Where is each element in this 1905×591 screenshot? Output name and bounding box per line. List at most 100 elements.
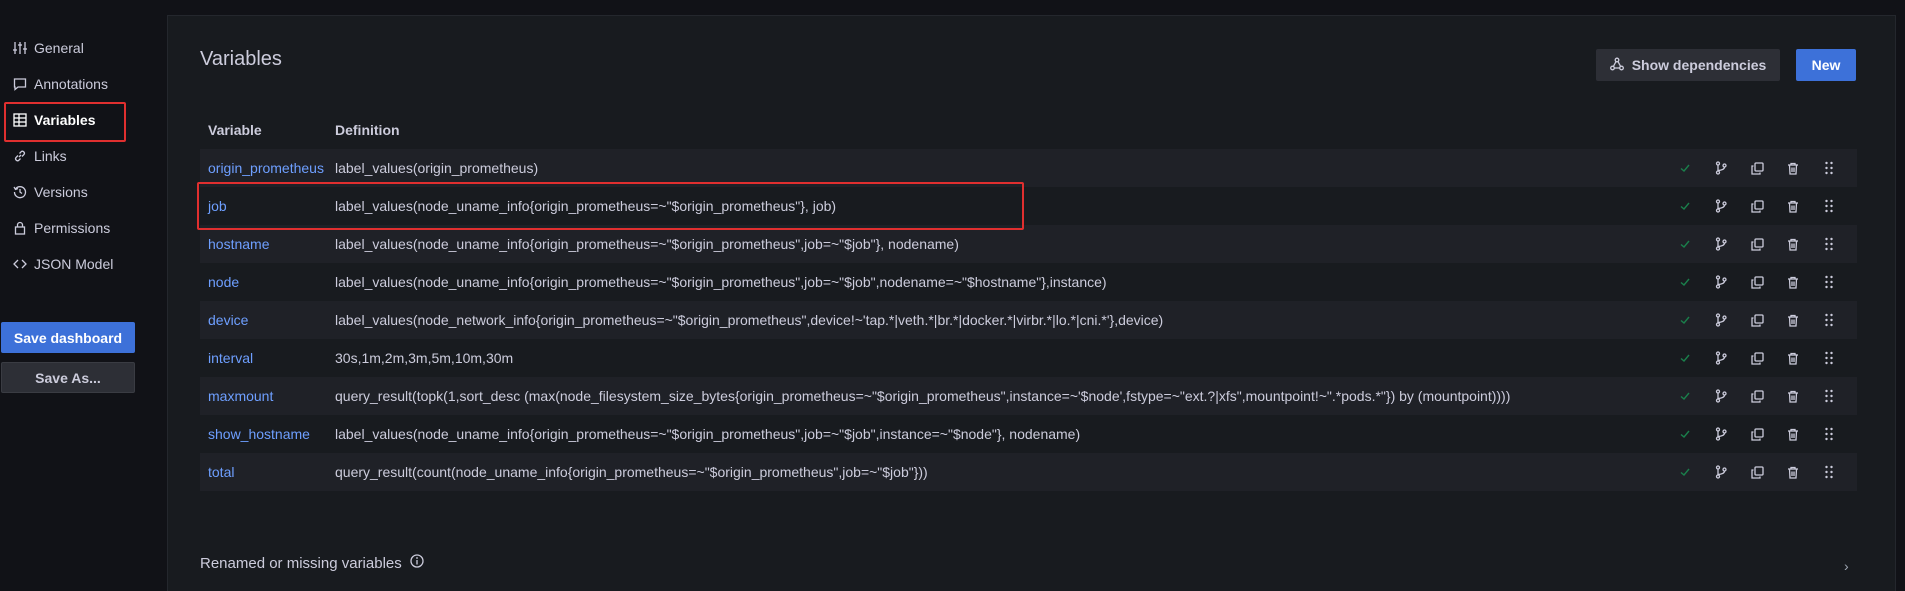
trash-icon[interactable] bbox=[1775, 225, 1811, 263]
drag-handle-icon[interactable] bbox=[1811, 339, 1847, 377]
settings-sidebar: General Annotations Variables Links Vers… bbox=[0, 0, 160, 591]
dependencies-icon bbox=[1609, 57, 1624, 74]
branch-icon[interactable] bbox=[1703, 225, 1739, 263]
check-icon bbox=[1667, 453, 1703, 491]
variable-name-link[interactable]: node bbox=[200, 274, 335, 290]
code-icon bbox=[12, 256, 28, 272]
sliders-icon bbox=[12, 40, 28, 56]
variable-name-link[interactable]: total bbox=[200, 464, 335, 480]
sidebar-item-json-model[interactable]: JSON Model bbox=[6, 248, 116, 280]
branch-icon[interactable] bbox=[1703, 301, 1739, 339]
lock-icon bbox=[12, 220, 28, 236]
drag-handle-icon[interactable] bbox=[1811, 453, 1847, 491]
sidebar-item-links[interactable]: Links bbox=[6, 140, 116, 172]
duplicate-icon[interactable] bbox=[1739, 149, 1775, 187]
trash-icon[interactable] bbox=[1775, 263, 1811, 301]
sidebar-item-permissions[interactable]: Permissions bbox=[6, 212, 116, 244]
duplicate-icon[interactable] bbox=[1739, 453, 1775, 491]
save-dashboard-button[interactable]: Save dashboard bbox=[1, 322, 135, 353]
trash-icon[interactable] bbox=[1775, 301, 1811, 339]
table-row: job label_values(node_uname_info{origin_p… bbox=[200, 187, 1857, 225]
check-icon bbox=[1667, 301, 1703, 339]
trash-icon[interactable] bbox=[1775, 149, 1811, 187]
duplicate-icon[interactable] bbox=[1739, 339, 1775, 377]
table-row: device label_values(node_network_info{ori… bbox=[200, 301, 1857, 339]
branch-icon[interactable] bbox=[1703, 339, 1739, 377]
sidebar-item-label: Links bbox=[34, 148, 67, 164]
duplicate-icon[interactable] bbox=[1739, 415, 1775, 453]
table-row: show_hostname label_values(node_uname_inf… bbox=[200, 415, 1857, 453]
variable-definition: query_result(count(node_uname_info{origi… bbox=[335, 464, 928, 480]
variable-name-link[interactable]: show_hostname bbox=[200, 426, 335, 442]
variable-name-link[interactable]: job bbox=[200, 198, 335, 214]
drag-handle-icon[interactable] bbox=[1811, 263, 1847, 301]
chevron-right-icon[interactable]: › bbox=[1844, 558, 1849, 574]
table-row: maxmount query_result(topk(1,sort_desc (m… bbox=[200, 377, 1857, 415]
table-row: interval 30s,1m,2m,3m,5m,10m,30m bbox=[200, 339, 1857, 377]
variable-name-link[interactable]: origin_prometheus bbox=[200, 160, 335, 176]
variable-definition: query_result(topk(1,sort_desc (max(node_… bbox=[335, 388, 1511, 404]
check-icon bbox=[1667, 377, 1703, 415]
show-dependencies-button[interactable]: Show dependencies bbox=[1596, 49, 1780, 81]
duplicate-icon[interactable] bbox=[1739, 263, 1775, 301]
branch-icon[interactable] bbox=[1703, 453, 1739, 491]
variable-definition: label_values(node_uname_info{origin_prom… bbox=[335, 426, 1081, 442]
trash-icon[interactable] bbox=[1775, 187, 1811, 225]
drag-handle-icon[interactable] bbox=[1811, 377, 1847, 415]
sidebar-item-label: Variables bbox=[34, 112, 96, 128]
variable-definition: label_values(node_uname_info{origin_prom… bbox=[335, 198, 837, 214]
table-row: total query_result(count(node_uname_info{… bbox=[200, 453, 1857, 491]
sidebar-item-label: Permissions bbox=[34, 220, 111, 236]
check-icon bbox=[1667, 339, 1703, 377]
variable-definition: label_values(node_uname_info{origin_prom… bbox=[335, 236, 959, 252]
variable-definition: 30s,1m,2m,3m,5m,10m,30m bbox=[335, 350, 514, 366]
variable-definition: label_values(node_network_info{origin_pr… bbox=[335, 312, 1164, 328]
table-row: origin_prometheus label_values(origin_pro… bbox=[200, 149, 1857, 187]
duplicate-icon[interactable] bbox=[1739, 377, 1775, 415]
branch-icon[interactable] bbox=[1703, 149, 1739, 187]
branch-icon[interactable] bbox=[1703, 263, 1739, 301]
duplicate-icon[interactable] bbox=[1739, 225, 1775, 263]
new-variable-button[interactable]: New bbox=[1796, 49, 1856, 81]
sidebar-item-general[interactable]: General bbox=[6, 32, 116, 64]
variable-definition: label_values(origin_prometheus) bbox=[335, 160, 539, 176]
save-as-button[interactable]: Save As... bbox=[1, 362, 135, 393]
variables-panel: Variables Show dependencies New Variable… bbox=[167, 15, 1896, 591]
duplicate-icon[interactable] bbox=[1739, 301, 1775, 339]
branch-icon[interactable] bbox=[1703, 377, 1739, 415]
history-icon bbox=[12, 184, 28, 200]
variable-name-link[interactable]: device bbox=[200, 312, 335, 328]
variable-name-link[interactable]: hostname bbox=[200, 236, 335, 252]
renamed-missing-variables-header[interactable]: Renamed or missing variables bbox=[200, 554, 424, 572]
column-header-definition: Definition bbox=[335, 122, 400, 138]
duplicate-icon[interactable] bbox=[1739, 187, 1775, 225]
check-icon bbox=[1667, 263, 1703, 301]
sidebar-item-label: Versions bbox=[34, 184, 88, 200]
link-icon bbox=[12, 148, 28, 164]
drag-handle-icon[interactable] bbox=[1811, 149, 1847, 187]
check-icon bbox=[1667, 415, 1703, 453]
drag-handle-icon[interactable] bbox=[1811, 225, 1847, 263]
drag-handle-icon[interactable] bbox=[1811, 415, 1847, 453]
renamed-missing-label: Renamed or missing variables bbox=[200, 554, 402, 572]
table-row: hostname label_values(node_uname_info{ori… bbox=[200, 225, 1857, 263]
trash-icon[interactable] bbox=[1775, 377, 1811, 415]
sidebar-item-label: JSON Model bbox=[34, 256, 114, 272]
trash-icon[interactable] bbox=[1775, 415, 1811, 453]
trash-icon[interactable] bbox=[1775, 453, 1811, 491]
trash-icon[interactable] bbox=[1775, 339, 1811, 377]
table-body: origin_prometheus label_values(origin_pro… bbox=[200, 149, 1857, 491]
branch-icon[interactable] bbox=[1703, 415, 1739, 453]
sidebar-item-versions[interactable]: Versions bbox=[6, 176, 116, 208]
variable-name-link[interactable]: interval bbox=[200, 350, 335, 366]
sidebar-item-variables[interactable]: Variables bbox=[4, 102, 126, 142]
sidebar-item-annotations[interactable]: Annotations bbox=[6, 68, 116, 100]
table-row: node label_values(node_uname_info{origin_… bbox=[200, 263, 1857, 301]
drag-handle-icon[interactable] bbox=[1811, 301, 1847, 339]
drag-handle-icon[interactable] bbox=[1811, 187, 1847, 225]
branch-icon[interactable] bbox=[1703, 187, 1739, 225]
check-icon bbox=[1667, 225, 1703, 263]
table-icon bbox=[12, 112, 28, 128]
comment-icon bbox=[12, 76, 28, 92]
variable-name-link[interactable]: maxmount bbox=[200, 388, 335, 404]
